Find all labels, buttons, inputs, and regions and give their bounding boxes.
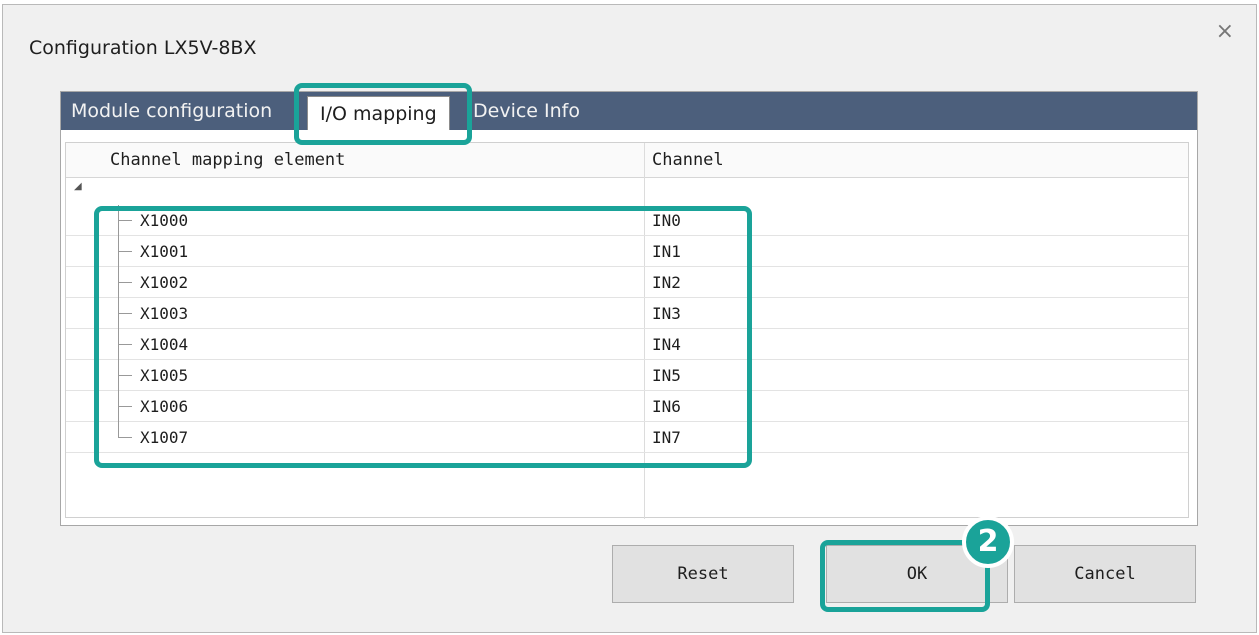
table-row[interactable]: X1000 IN0	[66, 205, 1188, 236]
step-badge: 2	[962, 516, 1014, 568]
mapping-element-cell: X1003	[140, 304, 189, 323]
channel-cell: IN1	[652, 242, 681, 261]
cancel-button[interactable]: Cancel	[1014, 545, 1196, 603]
channel-cell: IN3	[652, 304, 681, 323]
column-header-mapping-element[interactable]: Channel mapping element	[110, 143, 345, 177]
table-row[interactable]: X1002 IN2	[66, 267, 1188, 298]
mapping-element-cell: X1007	[140, 428, 189, 447]
tab-strip: Module configuration I/O mapping Device …	[61, 92, 1197, 130]
channel-cell: IN2	[652, 273, 681, 292]
table-row[interactable]: X1007 IN7	[66, 422, 1188, 453]
reset-button[interactable]: Reset	[612, 545, 794, 603]
tree-branch	[118, 313, 132, 314]
dialog-title: Configuration LX5V-8BX	[29, 37, 257, 59]
table-row[interactable]: X1001 IN1	[66, 236, 1188, 267]
tree-branch	[118, 220, 132, 221]
mapping-element-cell: X1001	[140, 242, 189, 261]
column-header-channel[interactable]: Channel	[652, 143, 724, 177]
tab-device-info[interactable]: Device Info	[473, 94, 580, 128]
config-panel: Module configuration I/O mapping Device …	[60, 91, 1198, 526]
channel-cell: IN5	[652, 366, 681, 385]
channel-cell: IN7	[652, 428, 681, 447]
tree-expand-icon[interactable]: ◢	[74, 181, 82, 192]
table-row[interactable]: X1003 IN3	[66, 298, 1188, 329]
mapping-element-cell: X1002	[140, 273, 189, 292]
channel-cell: IN0	[652, 211, 681, 230]
table-row[interactable]: X1004 IN4	[66, 329, 1188, 360]
tree-branch	[118, 251, 132, 252]
channel-cell: IN6	[652, 397, 681, 416]
mapping-element-cell: X1004	[140, 335, 189, 354]
mapping-element-cell: X1000	[140, 211, 189, 230]
table-row[interactable]: X1006 IN6	[66, 391, 1188, 422]
tree-branch	[118, 437, 132, 438]
table-row[interactable]: X1005 IN5	[66, 360, 1188, 391]
tree-branch	[118, 344, 132, 345]
dialog-titlebar: Configuration LX5V-8BX ×	[3, 5, 1256, 73]
tree-branch	[118, 406, 132, 407]
grid-header: Channel mapping element Channel	[66, 143, 1188, 178]
io-mapping-grid: Channel mapping element Channel ◢ X1000 I…	[65, 142, 1189, 519]
mapping-element-cell: X1005	[140, 366, 189, 385]
tree-branch	[118, 282, 132, 283]
close-icon[interactable]: ×	[1216, 21, 1234, 43]
channel-cell: IN4	[652, 335, 681, 354]
tree-line	[118, 422, 119, 438]
tab-io-mapping[interactable]: I/O mapping	[307, 96, 450, 130]
tree-branch	[118, 375, 132, 376]
tab-module-configuration[interactable]: Module configuration	[71, 94, 272, 128]
mapping-element-cell: X1006	[140, 397, 189, 416]
